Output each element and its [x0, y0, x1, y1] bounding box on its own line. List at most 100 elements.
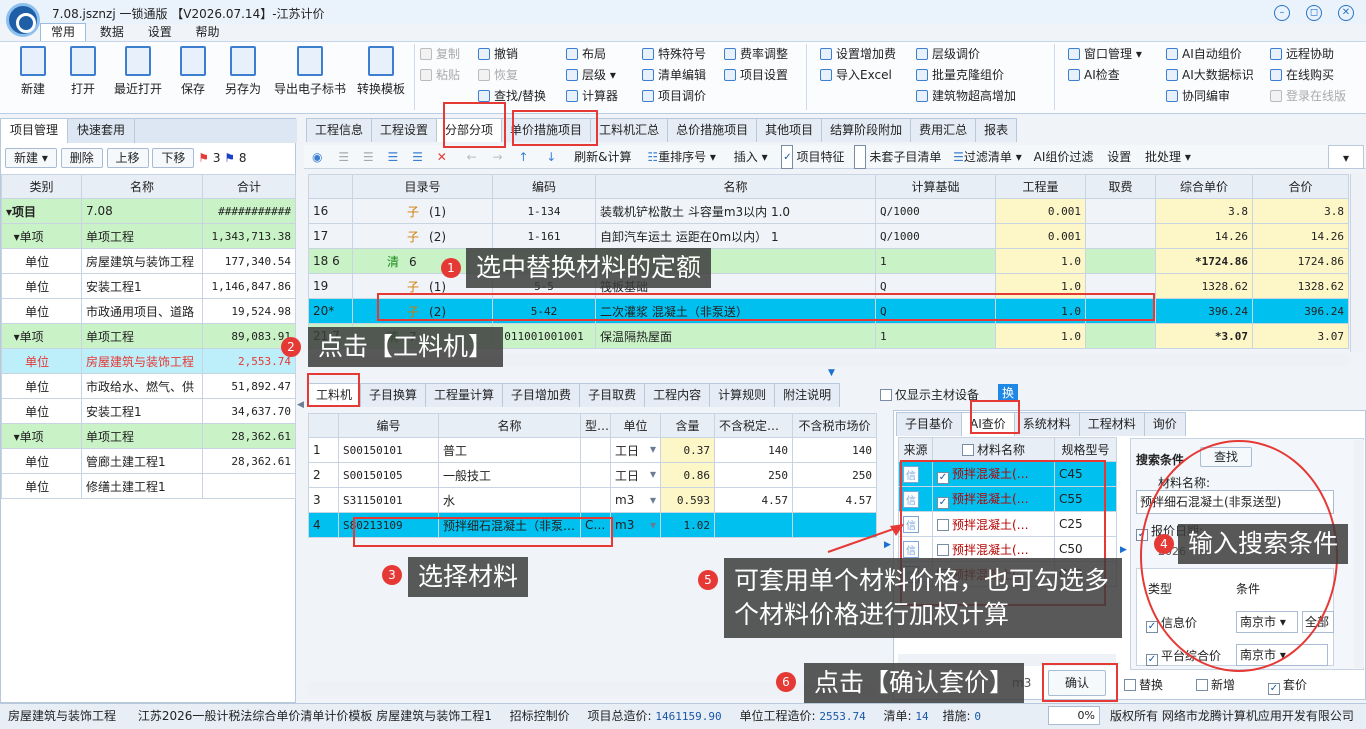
- recent-button[interactable]: 最近打开: [112, 46, 164, 97]
- arrow-up-icon[interactable]: ↑: [518, 145, 528, 169]
- unit-cell[interactable]: m3 ▾: [610, 512, 661, 538]
- toolbar-more-dropdown[interactable]: ▾: [1328, 145, 1364, 169]
- reorder-button[interactable]: ☷重排序号 ▾: [647, 145, 716, 169]
- tree-toggle-icon[interactable]: ▾: [6, 230, 20, 244]
- collab-review-button[interactable]: 协同编审: [1166, 86, 1230, 106]
- apply-price-checkbox[interactable]: ✓ 套价: [1268, 676, 1307, 695]
- stack-icon[interactable]: ☰: [412, 145, 423, 169]
- tab-quick-apply[interactable]: 快速套用: [68, 119, 136, 143]
- filter-list-button[interactable]: ☰过滤清单 ▾: [953, 145, 1022, 169]
- red-flag-icon[interactable]: ⚑: [198, 151, 209, 165]
- list-icon[interactable]: ☰: [388, 145, 399, 169]
- select-all-check[interactable]: [961, 444, 974, 456]
- online-buy-button[interactable]: 在线购买: [1270, 65, 1334, 85]
- replace-checkbox[interactable]: 替换: [1124, 676, 1163, 693]
- table-row[interactable]: 单位 管廊土建工程1 28,362.61: [1, 448, 296, 474]
- menu-data[interactable]: 数据: [90, 24, 134, 42]
- collapse-left-icon[interactable]: ◀: [297, 400, 304, 410]
- tab-main-5[interactable]: 总价措施项目: [667, 118, 758, 142]
- ai-bigdata-button[interactable]: AI大数据标识: [1166, 65, 1254, 85]
- table-row[interactable]: 单位 安装工程1 1,146,847.86: [1, 273, 296, 299]
- restore-icon[interactable]: ◻: [1306, 5, 1322, 21]
- split-toggle-icon[interactable]: ▼: [828, 368, 835, 378]
- blue-flag-icon[interactable]: ⚑: [224, 151, 235, 165]
- tab-lower-4[interactable]: 子目取费: [579, 383, 646, 407]
- table-row[interactable]: 单位 房屋建筑与装饰工程 177,340.54: [1, 248, 296, 274]
- table-row[interactable]: ▾单项 单项工程 28,362.61: [1, 423, 296, 449]
- outdent-icon[interactable]: ☰: [363, 145, 374, 169]
- table-row[interactable]: 3 S31150101 水 m3 ▾ 0.593 4.57 4.57: [308, 487, 877, 513]
- arrow-right-icon[interactable]: →: [492, 145, 502, 169]
- menu-common[interactable]: 常用: [40, 23, 87, 41]
- tree-toggle-icon[interactable]: [6, 455, 25, 469]
- unit-cell[interactable]: m3 ▾: [610, 487, 661, 513]
- table-row[interactable]: 2 S00150105 一般技工 工日 ▾ 0.86 250 250: [308, 462, 877, 488]
- copy-button[interactable]: 复制: [420, 44, 460, 64]
- open-button[interactable]: 打开: [68, 46, 98, 97]
- online-login-button[interactable]: 登录在线版: [1270, 86, 1346, 106]
- convert-template-button[interactable]: 转换模板: [354, 46, 408, 97]
- table-row[interactable]: 单位 房屋建筑与装饰工程 2,553.74: [1, 348, 296, 374]
- app-logo-icon[interactable]: [6, 3, 40, 37]
- tab-price-2[interactable]: 系统材料: [1013, 412, 1080, 436]
- tab-lower-3[interactable]: 子目增加费: [502, 383, 581, 407]
- special-symbol-button[interactable]: 特殊符号: [642, 44, 706, 64]
- tree-toggle-icon[interactable]: [6, 355, 25, 369]
- tree-delete-button[interactable]: 删除: [60, 148, 103, 168]
- tree-toggle-icon[interactable]: [6, 480, 25, 494]
- calculator-button[interactable]: 计算器: [566, 86, 618, 106]
- rate-adjust-button[interactable]: 费率调整: [724, 44, 788, 64]
- level-button[interactable]: 层级 ▾: [566, 65, 616, 85]
- new-button[interactable]: 新建: [18, 46, 48, 97]
- unit-cell[interactable]: 工日 ▾: [610, 462, 661, 488]
- menu-settings[interactable]: 设置: [138, 24, 182, 42]
- set-add-fee-button[interactable]: 设置增加费: [820, 44, 896, 64]
- chevron-down-icon[interactable]: ▾: [650, 518, 656, 532]
- tab-price-4[interactable]: 询价: [1143, 412, 1186, 436]
- table-row[interactable]: 17 子 (2) 1-161 自卸汽车运土 运距在0m以内） 1 Q/1000 0.001 1…: [308, 223, 1349, 249]
- table-row[interactable]: ▾项目 7.08 ###########: [1, 198, 296, 224]
- redo-button[interactable]: 恢复: [478, 65, 518, 85]
- tab-lower-7[interactable]: 附注说明: [774, 383, 841, 407]
- eye-icon[interactable]: ◉: [312, 145, 322, 169]
- project-adjust-button[interactable]: 项目调价: [642, 86, 706, 106]
- tab-lower-1[interactable]: 子目换算: [360, 383, 427, 407]
- save-as-button[interactable]: 另存为: [222, 46, 264, 97]
- arrow-left-icon[interactable]: ←: [467, 145, 477, 169]
- add-checkbox[interactable]: 新增: [1196, 676, 1235, 693]
- tab-price-3[interactable]: 工程材料: [1078, 412, 1145, 436]
- list-edit-button[interactable]: 清单编辑: [642, 65, 706, 85]
- expand-search-icon[interactable]: ▶: [1120, 545, 1127, 555]
- chevron-down-icon[interactable]: ▾: [650, 442, 656, 456]
- building-height-button[interactable]: 建筑物超高增加: [916, 86, 1016, 106]
- tab-main-1[interactable]: 工程设置: [371, 118, 438, 142]
- remote-assist-button[interactable]: 远程协助: [1270, 44, 1334, 64]
- table-row[interactable]: 18 6 清 6 1 1.0 *1724.86 1724.86: [308, 248, 1349, 274]
- save-button[interactable]: 保存: [178, 46, 208, 97]
- table-row[interactable]: 单位 修缮土建工程1: [1, 473, 296, 499]
- project-settings-button[interactable]: 项目设置: [724, 65, 788, 85]
- tree-new-button[interactable]: 新建 ▾: [5, 148, 57, 168]
- layout-button[interactable]: 布局: [566, 44, 606, 64]
- table-row[interactable]: 单位 安装工程1 34,637.70: [1, 398, 296, 424]
- ai-check-button[interactable]: AI检查: [1068, 65, 1120, 85]
- table-row[interactable]: 16 子 (1) 1-134 装载机铲松散土 斗容量m3以内 1.0 Q/1000 0.00…: [308, 198, 1349, 224]
- tab-lower-5[interactable]: 工程内容: [644, 383, 711, 407]
- minimize-icon[interactable]: –: [1274, 5, 1290, 21]
- chevron-down-icon[interactable]: ▾: [650, 493, 656, 507]
- tree-toggle-icon[interactable]: ▾: [6, 430, 20, 444]
- tab-lower-6[interactable]: 计算规则: [709, 383, 776, 407]
- table-row[interactable]: ▾单项 单项工程 1,343,713.38: [1, 223, 296, 249]
- tree-move-down-button[interactable]: 下移: [152, 148, 195, 168]
- refresh-calc-button[interactable]: 刷新&计算: [574, 145, 631, 169]
- settings-button[interactable]: 设置: [1107, 145, 1131, 169]
- ai-auto-price-button[interactable]: AI自动组价: [1166, 44, 1242, 64]
- tree-toggle-icon[interactable]: ▾: [6, 330, 20, 344]
- tab-main-9[interactable]: 报表: [975, 118, 1018, 142]
- tree-move-up-button[interactable]: 上移: [106, 148, 149, 168]
- tab-main-6[interactable]: 其他项目: [756, 118, 823, 142]
- tree-toggle-icon[interactable]: [6, 380, 25, 394]
- chevron-down-icon[interactable]: ▾: [650, 467, 656, 481]
- tree-toggle-icon[interactable]: [6, 305, 25, 319]
- tab-project-manage[interactable]: 项目管理: [1, 119, 69, 143]
